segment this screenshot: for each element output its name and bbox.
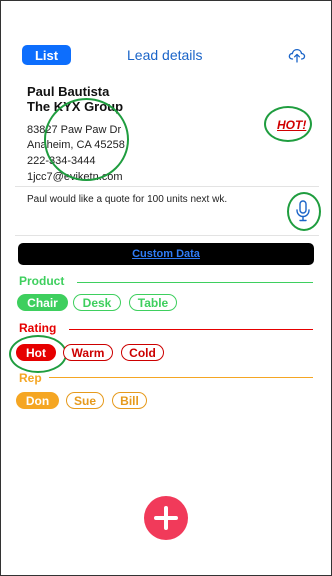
rating-divider [69, 329, 313, 330]
note-row[interactable]: Paul would like a quote for 100 units ne… [15, 186, 319, 236]
product-section-label: Product [19, 274, 65, 288]
product-divider [77, 282, 313, 283]
rep-option-sue[interactable]: Sue [66, 392, 104, 409]
rep-option-bill[interactable]: Bill [112, 392, 147, 409]
note-text: Paul would like a quote for 100 units ne… [27, 194, 228, 205]
annotation-circle-address [44, 98, 129, 181]
cloud-upload-icon[interactable] [288, 46, 306, 64]
plus-icon [154, 506, 178, 530]
annotation-circle-hot-tag [264, 106, 312, 142]
custom-data-bar[interactable]: Custom Data [18, 243, 314, 265]
product-option-desk[interactable]: Desk [73, 294, 121, 311]
page-title: Lead details [127, 47, 203, 63]
product-option-table[interactable]: Table [129, 294, 177, 311]
annotation-circle-mic [287, 192, 321, 231]
contact-name: Paul Bautista [27, 84, 110, 99]
rating-option-hot[interactable]: Hot [16, 344, 56, 361]
rating-section-label: Rating [19, 321, 57, 335]
rating-option-cold[interactable]: Cold [121, 344, 164, 361]
add-button[interactable] [144, 496, 188, 540]
custom-data-link[interactable]: Custom Data [132, 248, 200, 260]
rep-section-label: Rep [19, 371, 42, 385]
rep-divider [49, 377, 313, 378]
rep-option-don[interactable]: Don [16, 392, 59, 409]
phone-screen: List Lead details Paul Bautista The KYX … [0, 0, 332, 576]
rating-option-warm[interactable]: Warm [63, 344, 113, 361]
list-button[interactable]: List [22, 45, 71, 65]
product-option-chair[interactable]: Chair [17, 294, 68, 311]
